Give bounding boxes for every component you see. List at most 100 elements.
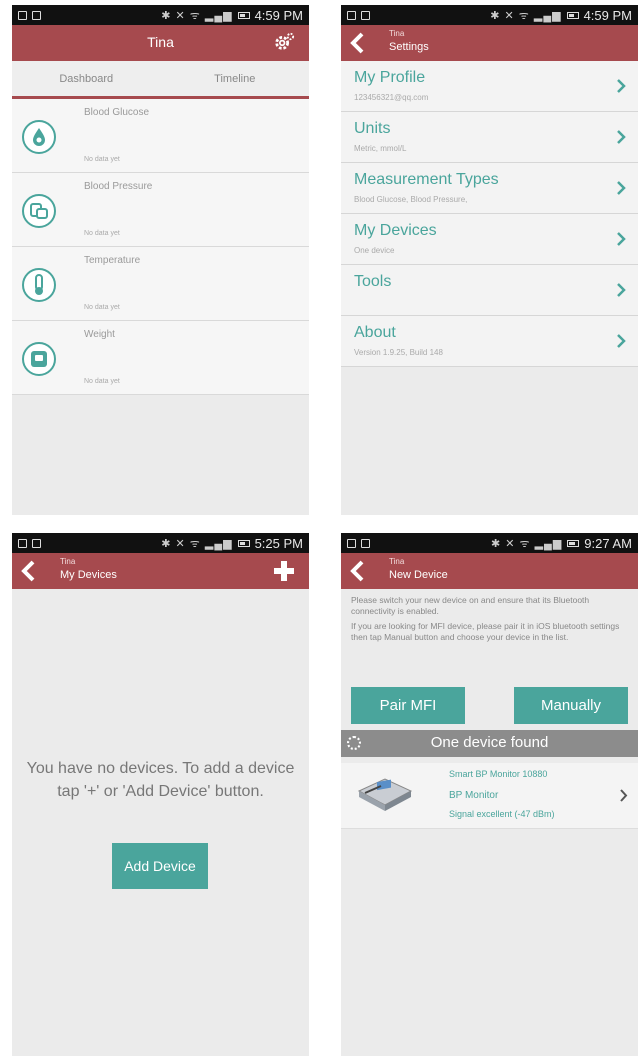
new-device-screen: ✱ ✕ ᯤ ▂▄▆ 9:27 AM Tina New Device Please… [341, 533, 638, 1056]
device-signal: Signal excellent (-47 dBm) [449, 809, 555, 819]
app-bar: Tina Settings [341, 25, 638, 61]
dashboard-item-weight[interactable]: Weight No data yet [12, 321, 309, 395]
battery-icon [567, 539, 580, 547]
item-name: Temperature [84, 255, 141, 266]
dashboard-screen: ✱ ✕ ᯤ ▂▄▆ 4:59 PM Tina Dashboard Timelin… [12, 5, 309, 515]
battery-icon [566, 11, 579, 19]
settings-item-measurement-types[interactable]: Measurement Types Blood Glucose, Blood P… [341, 163, 638, 214]
item-subtitle: Metric, mmol/L [354, 144, 407, 153]
settings-item-about[interactable]: About Version 1.9.25, Build 148 [341, 316, 638, 367]
signal-icons: ✱ ✕ ᯤ ▂▄▆ [490, 537, 563, 550]
chevron-right-icon [617, 334, 626, 348]
page-title: Settings [389, 41, 429, 53]
thermometer-icon [22, 268, 56, 302]
chevron-right-icon [620, 789, 628, 802]
user-name: Tina [60, 557, 76, 566]
tab-timeline[interactable]: Timeline [161, 61, 310, 96]
bp-monitor-icon [357, 778, 413, 811]
settings-screen: ✱ ✕ ᯤ ▂▄▆ 4:59 PM Tina Settings My Profi… [341, 5, 638, 515]
back-icon[interactable] [349, 32, 367, 54]
image-icon [32, 538, 41, 548]
settings-item-tools[interactable]: Tools [341, 265, 638, 316]
gear-icon[interactable] [273, 31, 295, 53]
image-icon [361, 538, 370, 548]
chevron-right-icon [617, 232, 626, 246]
instruction-bluetooth: Please switch your new device on and ens… [351, 595, 590, 616]
device-name: Smart BP Monitor 10880 [449, 769, 548, 779]
page-title: Tina [147, 34, 174, 50]
plus-icon[interactable] [273, 560, 295, 582]
battery-icon [237, 11, 250, 19]
user-name: Tina [389, 29, 405, 38]
status-time: 9:27 AM [584, 535, 632, 551]
app-bar: Tina New Device [341, 553, 638, 589]
instruction-mfi: If you are looking for MFI device, pleas… [351, 621, 620, 642]
signal-icons: ✱ ✕ ᯤ ▂▄▆ [161, 9, 233, 22]
scale-icon [22, 342, 56, 376]
notification-icon [18, 538, 27, 548]
found-text: One device found [430, 734, 549, 751]
chevron-right-icon [617, 79, 626, 93]
item-title: Measurement Types [354, 171, 499, 188]
device-found-banner: One device found [341, 730, 638, 757]
status-bar: ✱ ✕ ᯤ ▂▄▆ 4:59 PM [341, 5, 638, 25]
app-bar: Tina [12, 25, 309, 61]
page-title: My Devices [60, 569, 117, 581]
notification-icon [347, 538, 356, 548]
device-list-item[interactable]: Smart BP Monitor 10880 BP Monitor Signal… [341, 763, 638, 829]
status-bar: ✱ ✕ ᯤ ▂▄▆ 4:59 PM [12, 5, 309, 25]
app-bar: Tina My Devices [12, 553, 309, 589]
settings-item-my-devices[interactable]: My Devices One device [341, 214, 638, 265]
action-buttons: Pair MFI Manually [351, 687, 628, 724]
notification-icon [347, 10, 356, 20]
chevron-right-icon [617, 181, 626, 195]
signal-icons: ✱ ✕ ᯤ ▂▄▆ [161, 537, 233, 550]
image-icon [361, 10, 370, 20]
tab-dashboard[interactable]: Dashboard [12, 61, 161, 96]
settings-item-my-profile[interactable]: My Profile 123456321@qq.com [341, 61, 638, 112]
item-status: No data yet [84, 230, 120, 237]
item-title: My Profile [354, 69, 426, 86]
item-title: Tools [354, 273, 392, 290]
my-devices-screen: ✱ ✕ ᯤ ▂▄▆ 5:25 PM Tina My Devices You ha… [12, 533, 309, 1056]
chevron-right-icon [617, 130, 626, 144]
dashboard-item-temperature[interactable]: Temperature No data yet [12, 247, 309, 321]
blood-drop-icon [22, 120, 56, 154]
spinner-icon [347, 736, 361, 750]
item-subtitle: Version 1.9.25, Build 148 [354, 348, 443, 357]
dashboard-item-blood-pressure[interactable]: Blood Pressure No data yet [12, 173, 309, 247]
item-subtitle: Blood Glucose, Blood Pressure, [354, 195, 468, 204]
item-title: My Devices [354, 222, 437, 239]
add-device-button[interactable]: Add Device [112, 843, 208, 889]
back-icon[interactable] [349, 560, 367, 582]
battery-icon [237, 539, 250, 547]
item-title: About [354, 324, 396, 341]
page-title: New Device [389, 569, 448, 581]
notification-icon [18, 10, 27, 20]
device-type: BP Monitor [449, 790, 499, 801]
status-bar: ✱ ✕ ᯤ ▂▄▆ 5:25 PM [12, 533, 309, 553]
item-title: Units [354, 120, 391, 137]
status-time: 4:59 PM [583, 7, 632, 23]
item-status: No data yet [84, 378, 120, 385]
item-name: Blood Pressure [84, 181, 153, 192]
empty-message: You have no devices. To add a device tap… [26, 760, 295, 800]
item-name: Weight [84, 329, 115, 340]
settings-item-units[interactable]: Units Metric, mmol/L [341, 112, 638, 163]
tab-bar: Dashboard Timeline [12, 61, 309, 99]
dashboard-item-blood-glucose[interactable]: Blood Glucose No data yet [12, 99, 309, 173]
status-time: 4:59 PM [254, 7, 303, 23]
chevron-right-icon [617, 283, 626, 297]
item-status: No data yet [84, 156, 120, 163]
item-status: No data yet [84, 304, 120, 311]
user-name: Tina [389, 557, 405, 566]
item-subtitle: One device [354, 246, 395, 255]
instructions: Please switch your new device on and ens… [341, 589, 638, 643]
status-time: 5:25 PM [254, 535, 303, 551]
pair-mfi-button[interactable]: Pair MFI [351, 687, 465, 724]
image-icon [32, 10, 41, 20]
item-name: Blood Glucose [84, 107, 150, 118]
back-icon[interactable] [20, 560, 38, 582]
item-subtitle: 123456321@qq.com [354, 93, 429, 102]
manually-button[interactable]: Manually [514, 687, 628, 724]
